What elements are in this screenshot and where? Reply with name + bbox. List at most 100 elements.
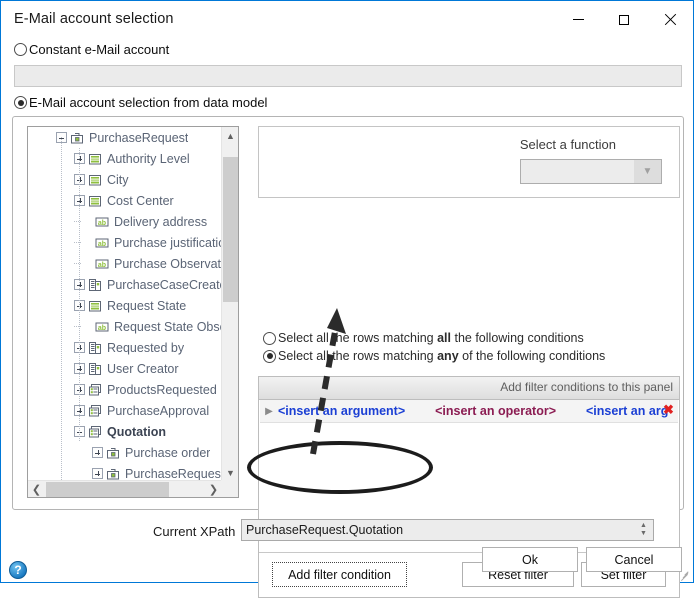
scroll-left-arrow[interactable]: ❮: [28, 481, 45, 497]
help-question-icon[interactable]: ?: [9, 561, 27, 579]
enum-icon: [88, 173, 102, 187]
text-ab-icon: ab: [95, 320, 109, 334]
tree-node-spacer: [81, 237, 92, 248]
scroll-up-arrow[interactable]: ▲: [222, 127, 238, 144]
radio-constant-indicator: [14, 43, 27, 56]
radio-match-all[interactable]: Select all the rows matching all the fol…: [263, 331, 584, 345]
enum-icon: [88, 194, 102, 208]
minimize-button[interactable]: [555, 1, 601, 38]
tree-node-spacer: [81, 216, 92, 227]
tree-node-label: Purchase order: [125, 445, 211, 460]
resize-grip-icon[interactable]: [678, 567, 691, 582]
tree-horizontal-scrollbar[interactable]: ❮ ❯: [28, 480, 222, 497]
add-filter-condition-button[interactable]: Add filter condition: [272, 562, 407, 587]
dialog-window: E-Mail account selection Constant e-Mail…: [0, 0, 694, 598]
tree-node-label: PurchaseRequest: [89, 130, 189, 145]
tree-node-user-creator[interactable]: User Creator: [28, 358, 222, 379]
tree-node-label: Requested by: [107, 340, 185, 355]
close-button[interactable]: [647, 1, 693, 38]
cancel-button[interactable]: Cancel: [586, 547, 682, 572]
tree-node-purchaserequest[interactable]: PurchaseRequest: [28, 463, 222, 481]
tree-vertical-scrollbar[interactable]: ▲ ▼: [221, 127, 238, 481]
radio-constant-email-account[interactable]: Constant e-Mail account: [14, 42, 169, 57]
spinner-up: ▲: [640, 522, 647, 529]
expand-plus-icon[interactable]: [92, 447, 103, 458]
maximize-icon: [619, 14, 629, 25]
tree-node-purchase-justificatio[interactable]: ab Purchase justificatio: [28, 232, 222, 253]
tree-node-label: User Creator: [107, 361, 179, 376]
tree-node-purchase-observatio[interactable]: ab Purchase Observatio: [28, 253, 222, 274]
current-xpath-field[interactable]: PurchaseRequest.Quotation ▲ ▼: [241, 519, 654, 541]
enum-icon: [88, 152, 102, 166]
tree-node-cost-center[interactable]: Cost Center: [28, 190, 222, 211]
expand-plus-icon[interactable]: [92, 468, 103, 479]
scroll-right-arrow[interactable]: ❯: [205, 481, 222, 497]
content-frame: PurchaseRequest Authority Level City Cost C…: [12, 116, 684, 598]
text-ab-icon: ab: [95, 236, 109, 250]
filter-condition-row[interactable]: ▶ <insert an argument> <insert an operat…: [260, 400, 678, 423]
radio-match-all-label: Select all the rows matching all the fol…: [278, 331, 584, 345]
tree-node-label: Cost Center: [107, 193, 174, 208]
match-any-suffix: of the following conditions: [458, 349, 606, 363]
tree-node-authority-level[interactable]: Authority Level: [28, 148, 222, 169]
vertical-scroll-thumb[interactable]: [223, 157, 238, 302]
close-x-icon[interactable]: ✖: [662, 403, 675, 416]
user-icon: [88, 278, 102, 292]
tree-node-purchaseapproval[interactable]: PurchaseApproval: [28, 400, 222, 421]
ok-button[interactable]: Ok: [482, 547, 578, 572]
close-icon: [664, 13, 677, 26]
tree-node-label: Purchase Observatio: [114, 256, 222, 271]
select-function-label: Select a function: [519, 137, 616, 152]
enum-icon: [88, 299, 102, 313]
tree-node-quotation[interactable]: Quotation: [28, 421, 222, 442]
condition-argument-1[interactable]: <insert an argument>: [278, 404, 405, 418]
radio-match-any-label: Select all the rows matching any of the …: [278, 349, 605, 363]
tree-node-purchase-order[interactable]: Purchase order: [28, 442, 222, 463]
filter-panel-header: Add filter conditions to this panel: [259, 377, 679, 400]
scroll-down-arrow[interactable]: ▼: [222, 464, 238, 481]
tree-node-productsrequested[interactable]: ProductsRequested: [28, 379, 222, 400]
function-dropdown[interactable]: ▼: [520, 159, 662, 184]
tree-node-request-state-obser[interactable]: ab Request State Obser: [28, 316, 222, 337]
radio-datamodel-selection[interactable]: E-Mail account selection from data model: [14, 95, 267, 110]
tree-node-delivery-address[interactable]: ab Delivery address: [28, 211, 222, 232]
minimize-icon: [572, 19, 584, 20]
radio-match-all-indicator: [263, 331, 276, 345]
spinner-updown-icon[interactable]: ▲ ▼: [635, 521, 652, 539]
match-all-suffix: the following conditions: [451, 331, 584, 345]
briefcase-icon: [70, 131, 84, 145]
scrollbar-corner: [221, 480, 238, 497]
tree-node-spacer: [81, 321, 92, 332]
current-xpath-label: Current XPath: [153, 524, 236, 539]
constant-email-input[interactable]: [14, 65, 682, 87]
tree-node-city[interactable]: City: [28, 169, 222, 190]
tree-node-label: PurchaseApproval: [107, 403, 210, 418]
svg-text:ab: ab: [98, 261, 106, 268]
tree-node-label: PurchaseCaseCreato: [107, 277, 222, 292]
tree-node-purchaserequest[interactable]: PurchaseRequest: [28, 127, 222, 148]
chevron-down-icon: ▼: [634, 160, 661, 183]
tree-node-purchasecasecreato[interactable]: PurchaseCaseCreato: [28, 274, 222, 295]
triangle-right-icon[interactable]: ▶: [260, 400, 278, 422]
tree-node-label: Request State Obser: [114, 319, 222, 334]
tree-node-label: City: [107, 172, 129, 187]
condition-operator[interactable]: <insert an operator>: [435, 404, 556, 418]
radio-match-any-indicator: [263, 349, 276, 363]
data-model-tree[interactable]: PurchaseRequest Authority Level City Cost C…: [28, 127, 222, 481]
tree-node-label: Authority Level: [107, 151, 190, 166]
radio-match-any[interactable]: Select all the rows matching any of the …: [263, 349, 605, 363]
condition-argument-2[interactable]: <insert an arg: [586, 404, 668, 418]
filter-panel-header-label: Add filter conditions to this panel: [500, 380, 673, 394]
tree-node-spacer: [81, 258, 92, 269]
text-ab-icon: ab: [95, 215, 109, 229]
tree-node-request-state[interactable]: Request State: [28, 295, 222, 316]
maximize-button[interactable]: [601, 1, 647, 38]
tree-guide-line: [79, 148, 80, 442]
match-any-prefix: Select all the rows matching: [278, 349, 438, 363]
horizontal-scroll-thumb[interactable]: [46, 482, 169, 497]
tree-node-requested-by[interactable]: Requested by: [28, 337, 222, 358]
svg-text:ab: ab: [98, 240, 106, 247]
tree-node-label: Delivery address: [114, 214, 208, 229]
collection-icon: [88, 404, 102, 418]
match-all-emphasis: all: [437, 331, 452, 345]
